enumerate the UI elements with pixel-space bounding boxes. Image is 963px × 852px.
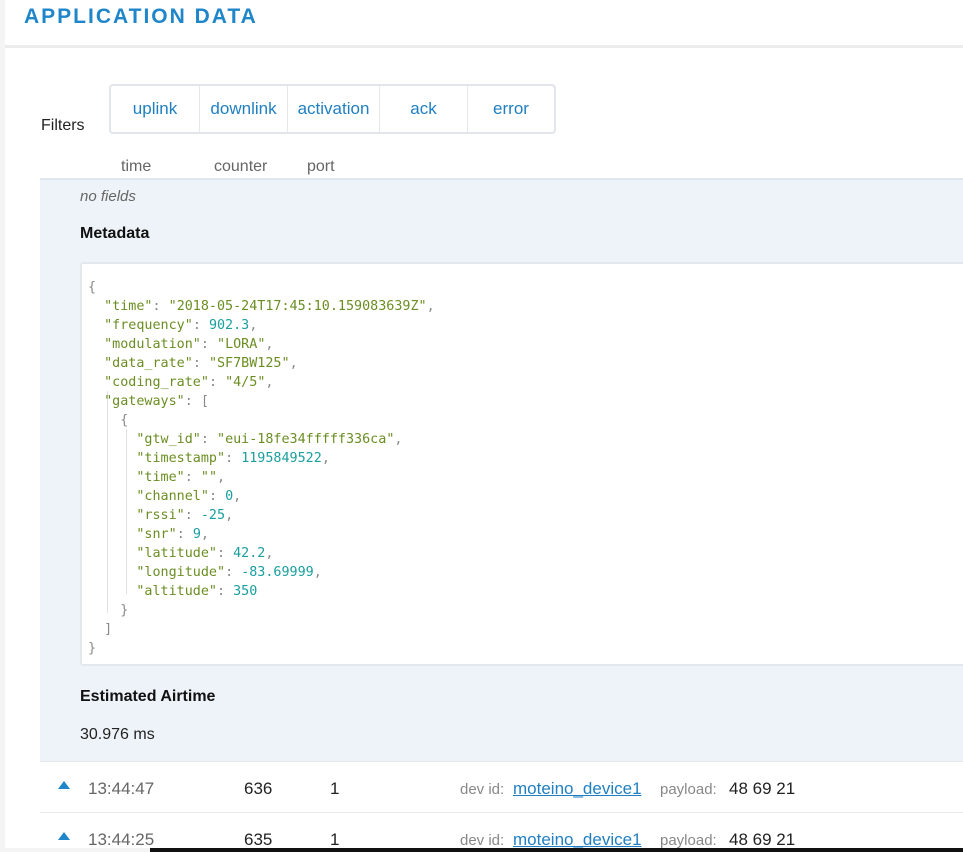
- table-row[interactable]: 13:44:25 635 1 dev id: moteino_device1 p…: [40, 812, 963, 848]
- row-port: 1: [330, 779, 340, 798]
- column-header-time[interactable]: time: [121, 158, 151, 176]
- message-detail-panel: no fields Metadata { "time": "2018-05-24…: [40, 178, 963, 763]
- page-title: APPLICATION DATA: [24, 5, 258, 28]
- estimated-airtime-title: Estimated Airtime: [80, 688, 216, 705]
- row-payload: 48 69 21: [729, 779, 796, 798]
- row-payload-label: payload:: [660, 832, 717, 848]
- filter-ack-button[interactable]: ack: [380, 86, 468, 132]
- application-data-card: APPLICATION DATA Filters uplink downlink…: [5, 0, 963, 848]
- filter-bar: uplink downlink activation ack error: [109, 84, 556, 134]
- row-payload: 48 69 21: [729, 830, 796, 848]
- header: APPLICATION DATA: [5, 0, 963, 48]
- row-devid-label: dev id:: [460, 781, 505, 798]
- metadata-json: { "time": "2018-05-24T17:45:10.159083639…: [88, 280, 435, 656]
- column-header-counter[interactable]: counter: [214, 158, 267, 176]
- metadata-json-viewer: { "time": "2018-05-24T17:45:10.159083639…: [80, 262, 963, 666]
- row-payload-label: payload:: [660, 781, 717, 798]
- window-bottom-edge: [150, 848, 963, 852]
- no-fields-text: no fields: [80, 188, 136, 205]
- row-time: 13:44:25: [88, 830, 155, 848]
- filters-label: Filters: [41, 117, 85, 134]
- row-devid-label: dev id:: [460, 832, 505, 848]
- expand-caret-icon[interactable]: [58, 781, 70, 789]
- row-devid-link[interactable]: moteino_device1: [513, 830, 642, 848]
- filter-uplink-button[interactable]: uplink: [111, 86, 200, 132]
- table-row[interactable]: 13:44:47 636 1 dev id: moteino_device1 p…: [40, 761, 963, 812]
- app-frame: APPLICATION DATA Filters uplink downlink…: [0, 0, 963, 852]
- metadata-title: Metadata: [80, 225, 150, 242]
- expand-caret-icon[interactable]: [58, 832, 70, 840]
- row-counter: 636: [244, 779, 273, 798]
- filter-error-button[interactable]: error: [468, 86, 554, 132]
- row-counter: 635: [244, 830, 273, 848]
- row-devid-link[interactable]: moteino_device1: [513, 779, 642, 799]
- row-time: 13:44:47: [88, 779, 155, 798]
- filter-activation-button[interactable]: activation: [288, 86, 380, 132]
- column-header-port[interactable]: port: [307, 158, 335, 176]
- row-port: 1: [330, 830, 340, 848]
- filter-downlink-button[interactable]: downlink: [200, 86, 288, 132]
- estimated-airtime-value: 30.976 ms: [80, 726, 155, 743]
